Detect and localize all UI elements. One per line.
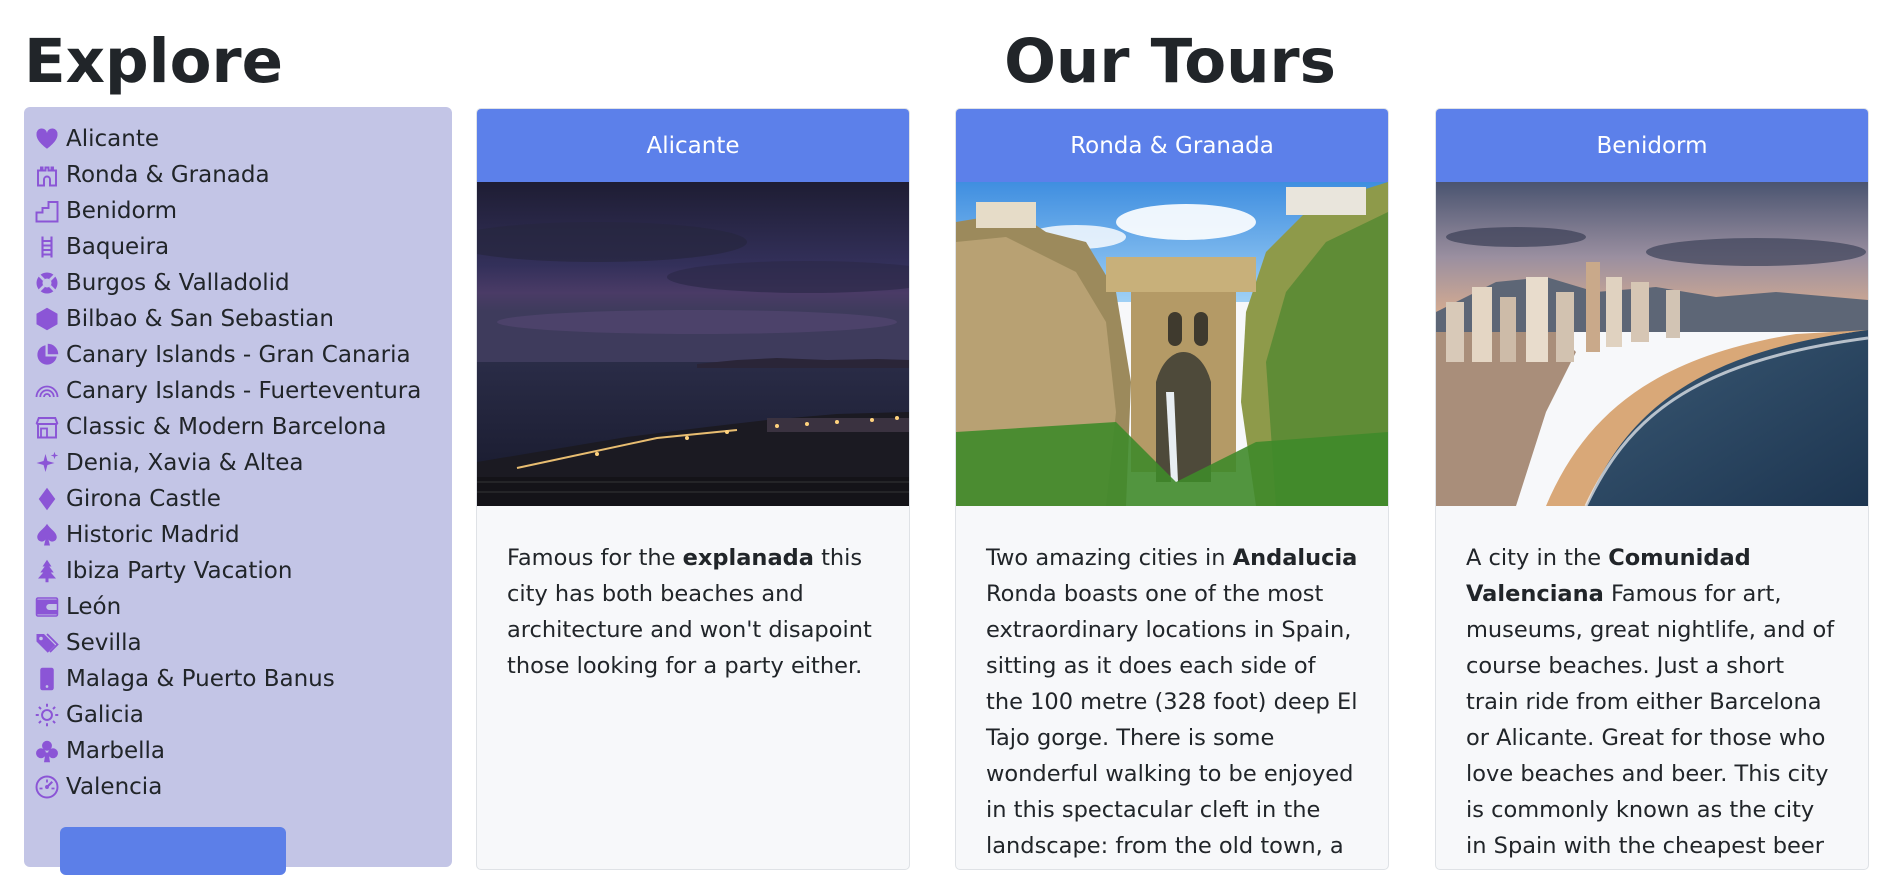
life-ring-icon <box>34 270 60 296</box>
sidebar-item-alicante[interactable]: Alicante <box>34 121 452 157</box>
sidebar-item-label: Canary Islands - Gran Canaria <box>66 342 411 368</box>
sidebar-item-label: Ronda & Granada <box>66 162 270 188</box>
explore-title: Explore <box>24 26 283 97</box>
sidebar-item-label: Girona Castle <box>66 486 221 512</box>
sidebar-item-denia-xavia-altea[interactable]: Denia, Xavia & Altea <box>34 445 452 481</box>
rainbow-icon <box>34 378 60 404</box>
card-image-alicante <box>477 182 909 506</box>
sidebar-item-canary-islands-fuerteventura[interactable]: Canary Islands - Fuerteventura <box>34 373 452 409</box>
tour-card-alicante: Alicante Famous for the explanada this c… <box>476 108 910 870</box>
sidebar-item-ronda-granada[interactable]: Ronda & Granada <box>34 157 452 193</box>
spade-icon <box>34 522 60 548</box>
sidebar-item-label: León <box>66 594 122 620</box>
sidebar-item-valencia[interactable]: Valencia <box>34 769 452 805</box>
sidebar-item-label: Galicia <box>66 702 144 728</box>
sidebar-item-galicia[interactable]: Galicia <box>34 697 452 733</box>
sidebar-item-label: Classic & Modern Barcelona <box>66 414 387 440</box>
sidebar-item-sevilla[interactable]: Sevilla <box>34 625 452 661</box>
card-text: Two amazing cities in Andalucia Ronda bo… <box>986 545 1358 859</box>
pie-chart-icon <box>34 342 60 368</box>
sidebar-item-label: Benidorm <box>66 198 178 224</box>
sidebar-item-label: Baqueira <box>66 234 170 260</box>
sidebar-item-label: Alicante <box>66 126 159 152</box>
sidebar-item-bilbao-san-sebastian[interactable]: Bilbao & San Sebastian <box>34 301 452 337</box>
wallet-icon <box>34 594 60 620</box>
sidebar-item-leon[interactable]: León <box>34 589 452 625</box>
tour-card-benidorm: Benidorm A city in the Comunidad Valenci… <box>1435 108 1869 870</box>
diamond-icon <box>34 486 60 512</box>
sidebar-item-canary-islands-gran-canaria[interactable]: Canary Islands - Gran Canaria <box>34 337 452 373</box>
sidebar-item-baqueira[interactable]: Baqueira <box>34 229 452 265</box>
sidebar-item-malaga-puerto-banus[interactable]: Malaga & Puerto Banus <box>34 661 452 697</box>
sidebar-item-historic-madrid[interactable]: Historic Madrid <box>34 517 452 553</box>
shop-icon <box>34 414 60 440</box>
sidebar-item-label: Sevilla <box>66 630 142 656</box>
card-image-ronda <box>956 182 1388 506</box>
sidebar-item-marbella[interactable]: Marbella <box>34 733 452 769</box>
hexagon-icon <box>34 306 60 332</box>
tags-icon <box>34 630 60 656</box>
sidebar-item-label: Valencia <box>66 774 163 800</box>
ladder-icon <box>34 234 60 260</box>
sidebar-item-classic-modern-barcelona[interactable]: Classic & Modern Barcelona <box>34 409 452 445</box>
sidebar-item-label: Bilbao & San Sebastian <box>66 306 334 332</box>
card-image-benidorm <box>1436 182 1868 506</box>
sidebar-item-label: Malaga & Puerto Banus <box>66 666 335 692</box>
sidebar-item-label: Marbella <box>66 738 166 764</box>
sidebar-item-label: Historic Madrid <box>66 522 240 548</box>
heart-icon <box>34 126 60 152</box>
sidebar-item-benidorm[interactable]: Benidorm <box>34 193 452 229</box>
club-icon <box>34 738 60 764</box>
castle-icon <box>34 162 60 188</box>
card-text: A city in the Comunidad Valenciana Famou… <box>1466 545 1835 859</box>
explore-list: Alicante Ronda & Granada Benidorm Baqueira B… <box>24 107 452 805</box>
sidebar-item-girona-castle[interactable]: Girona Castle <box>34 481 452 517</box>
card-header[interactable]: Benidorm <box>1436 109 1868 182</box>
tours-title: Our Tours <box>1004 26 1336 97</box>
speedometer-icon <box>34 774 60 800</box>
buildings-icon <box>34 198 60 224</box>
sidebar-item-burgos-valladolid[interactable]: Burgos & Valladolid <box>34 265 452 301</box>
tree-icon <box>34 558 60 584</box>
sidebar-item-label: Canary Islands - Fuerteventura <box>66 378 422 404</box>
sidebar-item-label: Ibiza Party Vacation <box>66 558 293 584</box>
sidebar-item-label: Denia, Xavia & Altea <box>66 450 304 476</box>
stars-icon <box>34 450 60 476</box>
explore-sidebar: Alicante Ronda & Granada Benidorm Baqueira B… <box>24 107 452 875</box>
phone-icon <box>34 666 60 692</box>
sun-icon <box>34 702 60 728</box>
card-header[interactable]: Ronda & Granada <box>956 109 1388 182</box>
tour-card-ronda-granada: Ronda & Granada Two amazing cities in An… <box>955 108 1389 870</box>
card-text: Famous for the explanada this city has b… <box>507 545 872 679</box>
sidebar-item-ibiza-party-vacation[interactable]: Ibiza Party Vacation <box>34 553 452 589</box>
sidebar-button[interactable] <box>60 827 286 875</box>
card-header[interactable]: Alicante <box>477 109 909 182</box>
sidebar-item-label: Burgos & Valladolid <box>66 270 290 296</box>
